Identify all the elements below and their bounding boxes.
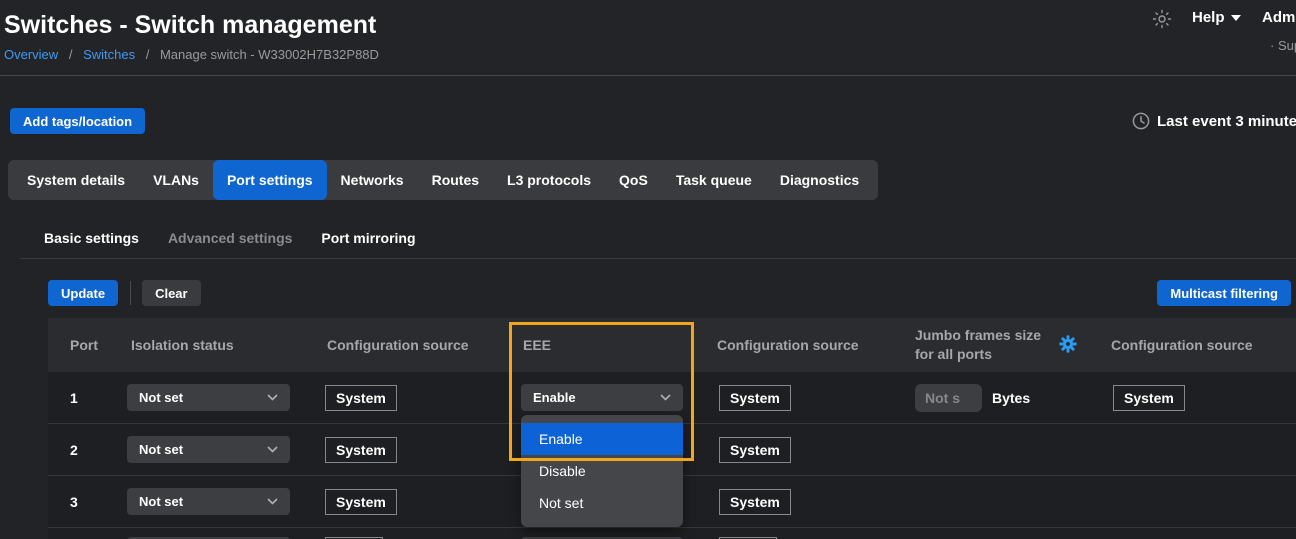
isolation-status-value: Not set [139,390,183,405]
isolation-status-select-port-1[interactable]: Not set [127,384,290,411]
eee-value: Enable [533,390,576,405]
eee-select-port-1[interactable]: Enable [521,384,683,411]
column-header-jumbo-frames: Jumbo frames size for all ports [911,326,1107,364]
chevron-down-icon [267,394,278,401]
gear-icon[interactable] [1059,335,1077,356]
help-label: Help [1192,9,1225,26]
help-menu[interactable]: Help [1192,9,1241,26]
page-title: Switches - Switch management [4,11,376,40]
account-secondary-label: · Sup [1270,38,1296,53]
top-header: Switches - Switch management Overview / … [0,0,1296,76]
eee-option-disable[interactable]: Disable [521,455,683,487]
column-header-eee: EEE [517,336,713,354]
tab-system-details[interactable]: System details [13,160,139,200]
eee-option-enable[interactable]: Enable [521,423,683,455]
tab-networks[interactable]: Networks [327,160,418,200]
isolation-status-value: Not set [139,442,183,457]
port-number: 2 [48,442,127,458]
config-source-badge: System [325,489,397,515]
breadcrumb-current: Manage switch - W33002H7B32P88D [160,47,379,62]
last-event-status: Last event 3 minutes [1132,112,1296,130]
column-header-port: Port [48,337,127,353]
config-source-badge: System [325,385,397,411]
port-number: 3 [48,494,127,510]
theme-brightness-icon[interactable] [1152,9,1172,29]
account-label[interactable]: Admi [1262,9,1296,26]
config-source-badge: System [719,385,791,411]
jumbo-frames-input[interactable] [915,384,982,412]
subtab-basic-settings[interactable]: Basic settings [44,230,139,246]
main-tabs: System details VLANs Port settings Netwo… [8,160,878,200]
column-header-configuration-source-2: Configuration source [713,336,911,354]
subtab-port-mirroring[interactable]: Port mirroring [321,230,415,246]
breadcrumb-separator: / [69,47,73,62]
chevron-down-icon [267,446,278,453]
subtab-advanced-settings[interactable]: Advanced settings [168,230,292,246]
eee-dropdown-menu: Enable Disable Not set [521,415,683,527]
column-header-configuration-source-3: Configuration source [1107,336,1296,354]
isolation-status-value: Not set [139,494,183,509]
subtabs-divider [20,258,1296,259]
add-tags-location-button[interactable]: Add tags/location [10,108,145,134]
jumbo-frames-unit: Bytes [992,390,1030,406]
table-row-partial [48,528,1296,539]
isolation-status-select-port-2[interactable]: Not set [127,436,290,463]
chevron-down-icon [1231,15,1241,21]
chevron-down-icon [660,394,671,401]
table-actions: Update Clear Multicast filtering [48,280,1291,306]
tab-routes[interactable]: Routes [418,160,493,200]
breadcrumb-separator: / [146,47,150,62]
tab-port-settings[interactable]: Port settings [213,160,327,200]
config-source-badge: System [325,437,397,463]
breadcrumb-switches[interactable]: Switches [83,47,135,62]
tab-qos[interactable]: QoS [605,160,662,200]
tab-l3-protocols[interactable]: L3 protocols [493,160,605,200]
tab-diagnostics[interactable]: Diagnostics [766,160,873,200]
config-source-badge: System [719,489,791,515]
jumbo-frames-cell: Bytes [911,384,1107,412]
breadcrumb: Overview / Switches / Manage switch - W3… [4,47,379,62]
tab-vlans[interactable]: VLANs [139,160,213,200]
switch-management-page: Switches - Switch management Overview / … [0,0,1296,539]
button-divider [130,281,131,305]
column-header-configuration-source-1: Configuration source [323,336,517,354]
jumbo-frames-label: Jumbo frames size for all ports [915,326,1045,364]
update-button[interactable]: Update [48,280,118,306]
eee-option-not-set[interactable]: Not set [521,487,683,519]
last-event-text: Last event 3 minutes [1157,113,1296,130]
multicast-filtering-button[interactable]: Multicast filtering [1157,280,1291,306]
clock-icon [1132,112,1150,130]
isolation-status-select-port-3[interactable]: Not set [127,488,290,515]
config-source-badge: System [1113,385,1185,411]
breadcrumb-overview[interactable]: Overview [4,47,58,62]
tab-task-queue[interactable]: Task queue [662,160,766,200]
table-header-row: Port Isolation status Configuration sour… [48,318,1296,372]
clear-button[interactable]: Clear [142,280,201,306]
port-settings-subtabs: Basic settings Advanced settings Port mi… [44,230,416,246]
port-number: 1 [48,390,127,406]
column-header-isolation-status: Isolation status [127,336,323,354]
config-source-badge: System [719,437,791,463]
chevron-down-icon [267,498,278,505]
